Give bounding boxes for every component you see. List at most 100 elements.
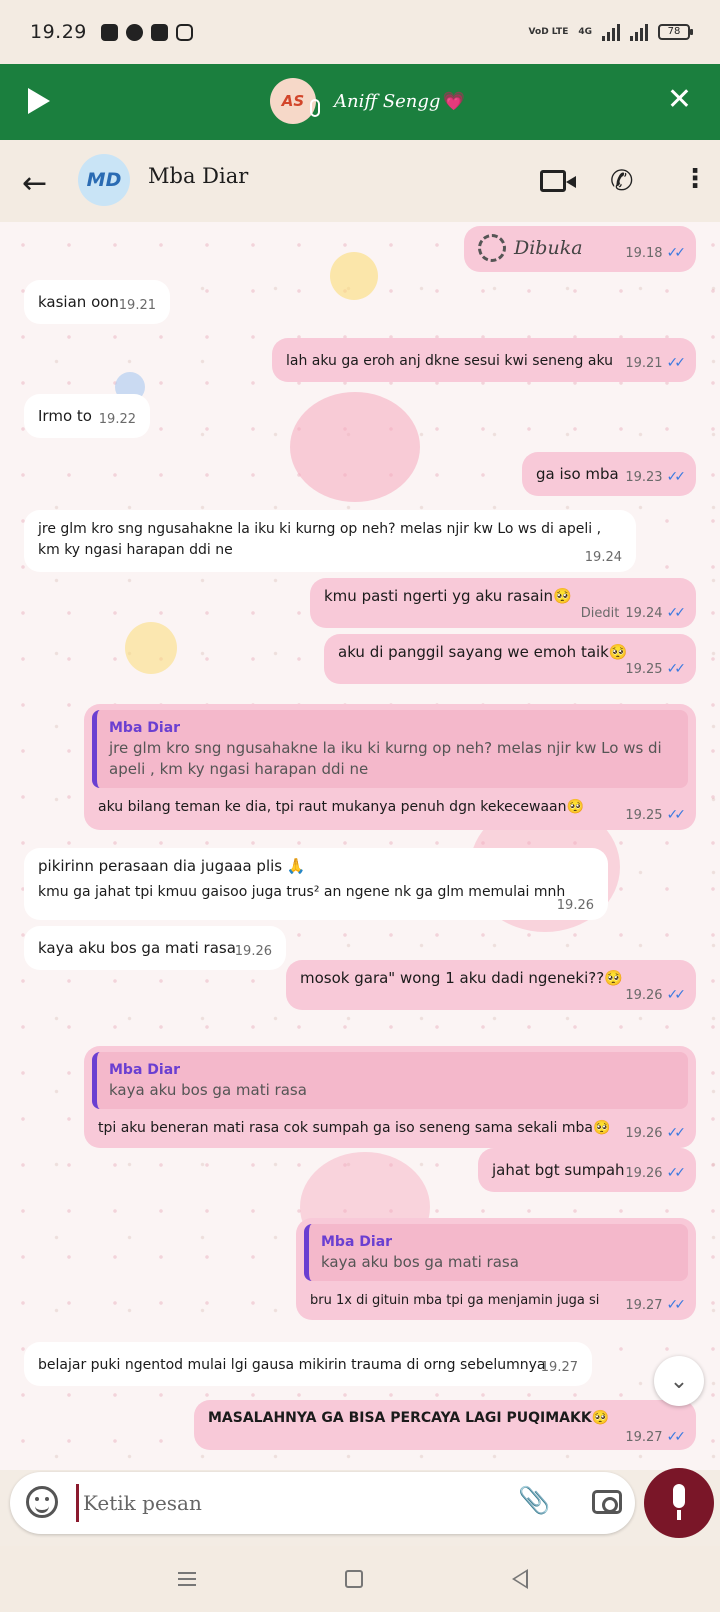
home-icon[interactable] (345, 1570, 363, 1588)
double-tick-icon: ✓✓ (666, 1125, 687, 1141)
message-text: pikirinn perasaan dia jugaaa plis 🙏 (38, 857, 306, 875)
message-time: 19.26 (234, 944, 272, 959)
message-bubble[interactable]: Dibuka 19.18 ✓✓ (464, 226, 696, 272)
message-bubble[interactable]: Irmo to 19.22 (24, 394, 150, 438)
message-meta: 19.24 (585, 548, 622, 568)
message-time: 19.27 (540, 1360, 578, 1375)
wallpaper-elephant (290, 392, 420, 502)
message-text: MASALAHNYA GA BISA PERCAYA LAGI PUQIMAKK… (208, 1410, 610, 1426)
message-bubble[interactable]: jre glm kro sng ngusahakne la iku ki kur… (24, 510, 636, 572)
message-text: kmu pasti ngerti yg aku rasain🥺 (324, 587, 572, 605)
emoji-icon[interactable] (26, 1486, 58, 1518)
quoted-message[interactable]: Mba Diar kaya aku bos ga mati rasa (304, 1224, 688, 1281)
signal-icon (602, 23, 620, 41)
wallpaper-flower (125, 622, 177, 674)
quote-author: Mba Diar (109, 1062, 181, 1078)
message-text: kaya aku bos ga mati rasa (38, 939, 236, 957)
attach-icon[interactable]: 📎 (518, 1486, 550, 1516)
play-icon[interactable] (28, 88, 50, 114)
network-type: 4G (578, 26, 592, 37)
message-text: kasian oon (38, 293, 119, 311)
video-call-icon[interactable] (540, 170, 576, 192)
message-bubble[interactable]: belajar puki ngentod mulai lgi gausa mik… (24, 1342, 592, 1386)
double-tick-icon: ✓✓ (666, 1165, 687, 1181)
message-meta: 19.26 ✓✓ (625, 1163, 687, 1184)
double-tick-icon: ✓✓ (666, 807, 687, 823)
message-bubble[interactable]: lah aku ga eroh anj dkne sesui kwi senen… (272, 338, 696, 382)
double-tick-icon: ✓✓ (666, 355, 687, 371)
chat-header: ← MD Mba Diar ✆ ⋮ (0, 140, 720, 222)
message-input-bar: 📎 (10, 1472, 635, 1534)
volte-label: VoD LTE (528, 26, 569, 37)
message-text-line-2: kmu ga jahat tpi kmuu gaisoo juga trus² … (38, 884, 566, 900)
message-time: 19.18 (625, 246, 663, 261)
message-time: 19.23 (625, 470, 663, 485)
message-time: 19.27 (625, 1298, 663, 1313)
double-tick-icon: ✓✓ (666, 469, 687, 485)
mic-button[interactable] (644, 1468, 714, 1538)
message-text: lah aku ga eroh anj dkne sesui kwi senen… (286, 353, 614, 369)
message-time: 19.26 (625, 988, 663, 1003)
message-time: 19.21 (118, 298, 156, 313)
voice-chat-banner[interactable]: AS Aniff Sengg 💗 ✕ (0, 64, 720, 140)
message-text: mosok gara" wong 1 aku dadi ngeneki??🥺 (300, 969, 623, 987)
reply-message-bubble[interactable]: Mba Diar jre glm kro sng ngusahakne la i… (84, 704, 696, 830)
reply-message-bubble[interactable]: Mba Diar kaya aku bos ga mati rasa tpi a… (84, 1046, 696, 1148)
message-meta: 19.27 (541, 1358, 578, 1378)
message-bubble[interactable]: ga iso mba 19.23 ✓✓ (522, 452, 696, 496)
message-meta: 19.27 ✓✓ (625, 1427, 686, 1448)
back-nav-icon[interactable] (512, 1569, 528, 1589)
message-bubble[interactable]: kaya aku bos ga mati rasa 19.26 (24, 926, 286, 970)
quoted-message[interactable]: Mba Diar kaya aku bos ga mati rasa (92, 1052, 688, 1109)
double-tick-icon: ✓✓ (666, 987, 687, 1003)
message-time: 19.22 (98, 412, 136, 427)
message-meta: 19.22 (99, 410, 136, 430)
play-store-icon (125, 23, 143, 41)
double-tick-icon: ✓✓ (666, 1297, 687, 1313)
message-text: jre glm kro sng ngusahakne la iku ki kur… (38, 521, 602, 558)
message-time: 19.25 (625, 662, 663, 677)
quote-author: Mba Diar (321, 1234, 393, 1250)
double-tick-icon: ✓✓ (666, 245, 687, 261)
camera-icon[interactable] (592, 1490, 622, 1514)
message-bubble[interactable]: aku di panggil sayang we emoh taik🥺 19.2… (324, 634, 696, 684)
message-meta: 19.26 (235, 942, 272, 962)
message-bubble[interactable]: pikirinn perasaan dia jugaaa plis 🙏 kmu … (24, 848, 608, 920)
system-navigation-bar (0, 1546, 720, 1612)
message-meta: 19.25 ✓✓ (625, 805, 687, 826)
message-time: 19.26 (625, 1166, 663, 1181)
message-input[interactable] (76, 1484, 476, 1522)
close-icon[interactable]: ✕ (667, 82, 692, 117)
message-bubble[interactable]: MASALAHNYA GA BISA PERCAYA LAGI PUQIMAKK… (194, 1400, 696, 1450)
status-bar: 19.29 VoD LTE 4G 78 (0, 0, 720, 64)
message-bubble[interactable]: kmu pasti ngerti yg aku rasain🥺 Diedit 19… (310, 578, 696, 628)
heart-emoji: 💗 (442, 90, 465, 112)
reply-message-bubble[interactable]: Mba Diar kaya aku bos ga mati rasa bru 1… (296, 1218, 696, 1320)
message-time: 19.27 (625, 1430, 663, 1445)
back-arrow-icon[interactable]: ← (22, 166, 47, 201)
message-text: ga iso mba (536, 465, 619, 483)
message-text: tpi aku beneran mati rasa cok sumpah ga … (98, 1120, 611, 1136)
message-time: 19.26 (556, 898, 594, 913)
quote-text: kaya aku bos ga mati rasa (321, 1253, 519, 1271)
contact-avatar[interactable]: MD (78, 154, 130, 206)
quote-text: kaya aku bos ga mati rasa (109, 1081, 307, 1099)
message-bubble[interactable]: mosok gara" wong 1 aku dadi ngeneki??🥺 1… (286, 960, 696, 1010)
message-bubble[interactable]: jahat bgt sumpah 19.26 ✓✓ (478, 1148, 696, 1192)
contact-name[interactable]: Mba Diar (148, 164, 248, 188)
message-bubble[interactable]: kasian oon 19.21 (24, 280, 170, 324)
instagram-icon (175, 23, 193, 41)
voice-chat-info[interactable]: AS Aniff Sengg 💗 (270, 78, 465, 124)
message-text: Irmo to (38, 407, 92, 425)
scroll-down-icon[interactable]: ⌄ (654, 1356, 704, 1406)
message-meta: 19.21 ✓✓ (625, 353, 687, 374)
phone-icon[interactable]: ✆ (610, 164, 633, 197)
notification-app-icon (100, 23, 118, 41)
quoted-message[interactable]: Mba Diar jre glm kro sng ngusahakne la i… (92, 710, 688, 788)
message-meta: 19.23 ✓✓ (625, 467, 687, 488)
message-meta: 19.26 ✓✓ (625, 1123, 687, 1144)
mic-icon (673, 1484, 685, 1508)
recent-apps-icon[interactable] (178, 1572, 196, 1586)
more-options-icon[interactable]: ⋮ (682, 164, 708, 194)
chat-area[interactable]: Dibuka 19.18 ✓✓ kasian oon 19.21 lah aku … (0, 222, 720, 1470)
